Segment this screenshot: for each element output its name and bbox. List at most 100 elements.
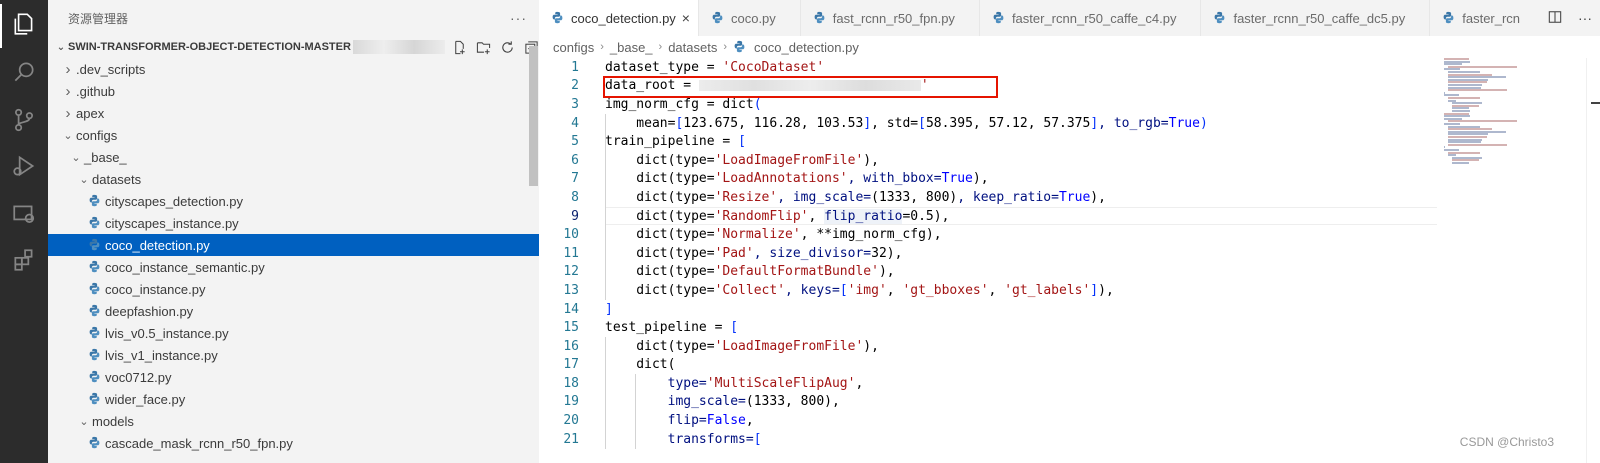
- breadcrumb-item[interactable]: configs: [553, 40, 594, 55]
- tree-item-label: deepfashion.py: [105, 303, 194, 319]
- editor-tab[interactable]: coco_detection.py ×: [539, 0, 699, 36]
- tree-item-label: cascade_mask_rcnn_r50_fpn.py: [105, 435, 293, 451]
- line-number: 6: [571, 152, 579, 168]
- code-token: False: [706, 413, 746, 429]
- more-actions-button[interactable]: ···: [510, 10, 527, 26]
- code-token: (1333, 800): [745, 394, 832, 410]
- line-number: 8: [571, 189, 579, 205]
- explorer-icon[interactable]: [10, 10, 38, 38]
- chevron-right-icon: ›: [65, 104, 71, 122]
- tree-file[interactable]: cityscapes_instance.py: [48, 212, 549, 234]
- editor-tab[interactable]: faster_rcnn_r50_caffe_c4.py: [980, 0, 1202, 36]
- more-actions-icon[interactable]: ···: [1578, 10, 1592, 26]
- editor-tab[interactable]: faster_rcn: [1430, 0, 1546, 36]
- tree-file[interactable]: cascade_mask_rcnn_r50_fpn.py: [48, 432, 549, 454]
- code-token: 'Pad': [714, 245, 754, 261]
- code-token: test_pipeline =: [605, 320, 731, 336]
- tree-folder[interactable]: › .github: [48, 80, 549, 102]
- code-token: mean=: [605, 115, 676, 131]
- code-text: test_pipeline = [: [579, 320, 738, 335]
- code-token: ]: [605, 301, 613, 317]
- tree-item-label: coco_instance.py: [105, 281, 206, 297]
- python-file-icon: [88, 326, 102, 340]
- tree-file[interactable]: coco_detection.py: [48, 234, 549, 256]
- sidebar-scrollbar[interactable]: [529, 46, 538, 186]
- line-number: 5: [571, 134, 579, 150]
- code-token: 'Collect': [714, 282, 786, 298]
- code-token: ]: [863, 115, 872, 131]
- line-number: 4: [571, 115, 579, 131]
- editor-tab[interactable]: coco.py: [699, 0, 801, 36]
- tree-file[interactable]: voc0712.py: [48, 366, 549, 388]
- code-token: 'gt_bboxes': [902, 282, 989, 298]
- code-token: 'CocoDataset': [722, 59, 825, 75]
- code-token: img_scale=: [605, 394, 746, 410]
- python-file-icon: [88, 194, 102, 208]
- tab-label: faster_rcnn_r50_caffe_dc5.py: [1233, 10, 1406, 26]
- tree-file[interactable]: deepfashion.py: [48, 300, 549, 322]
- tree-file[interactable]: coco_instance_semantic.py: [48, 256, 549, 278]
- breadcrumb-item[interactable]: datasets: [668, 40, 717, 55]
- tree-file[interactable]: coco_instance.py: [48, 278, 549, 300]
- project-name: SWIN-TRANSFORMER-OBJECT-DETECTION-MASTER: [68, 41, 351, 53]
- explorer-sidebar: 资源管理器 ··· ⌄ SWIN-TRANSFORMER-OBJECT-DETE…: [48, 0, 550, 463]
- code-text: dict(type='Resize', img_scale=(1333, 800…: [579, 190, 1106, 205]
- code-token: dataset_type =: [605, 59, 723, 75]
- code-line: 13 dict(type='Collect', keys=['img', 'gt…: [539, 281, 1439, 300]
- tree-folder[interactable]: ⌄ _base_: [48, 146, 549, 168]
- code-token: ),: [863, 338, 879, 354]
- tree-folder[interactable]: › .dev_scripts: [48, 58, 549, 80]
- tree-file[interactable]: lvis_v0.5_instance.py: [48, 322, 549, 344]
- code-text: img_scale=(1333, 800),: [579, 394, 840, 409]
- line-number: 10: [563, 227, 579, 243]
- code-token: 57.12: [988, 115, 1028, 131]
- close-icon[interactable]: ×: [682, 10, 690, 26]
- chevron-down-icon: ⌄: [79, 173, 89, 186]
- code-text: dict(type='Pad', size_divisor=32),: [579, 246, 902, 261]
- new-folder-icon[interactable]: [475, 39, 491, 55]
- chevron-right-icon: ›: [65, 60, 71, 78]
- editor-scrollbar[interactable]: [1586, 58, 1600, 463]
- chevron-down-icon: ⌄: [56, 41, 66, 53]
- editor-tab[interactable]: fast_rcnn_r50_fpn.py: [801, 0, 980, 36]
- tree-file[interactable]: wider_face.py: [48, 388, 549, 410]
- new-file-icon[interactable]: [451, 39, 467, 55]
- extensions-icon[interactable]: [10, 246, 38, 274]
- code-token: True: [1168, 115, 1200, 131]
- code-token: ,: [886, 282, 903, 298]
- code-token: ,: [831, 394, 840, 410]
- code-token: dict(type=: [605, 245, 715, 261]
- code-token: , keep_ratio=: [957, 189, 1059, 205]
- project-header[interactable]: ⌄ SWIN-TRANSFORMER-OBJECT-DETECTION-MAST…: [48, 36, 549, 58]
- tree-item-label: voc0712.py: [105, 369, 172, 385]
- tree-item-label: coco_instance_semantic.py: [105, 259, 265, 275]
- sidebar-title: 资源管理器: [68, 11, 129, 26]
- refresh-icon[interactable]: [499, 39, 515, 55]
- code-token: type=: [605, 375, 707, 391]
- breadcrumb-item[interactable]: coco_detection.py: [754, 40, 859, 55]
- code-text: dict(type='LoadImageFromFile'),: [579, 153, 879, 168]
- search-icon[interactable]: [10, 58, 38, 86]
- tree-folder[interactable]: ⌄ configs: [48, 124, 549, 146]
- code-token: , **img_norm_cfg),: [800, 227, 942, 243]
- line-number: 18: [563, 375, 579, 391]
- tree-folder[interactable]: › apex: [48, 102, 549, 124]
- source-control-icon[interactable]: [10, 106, 38, 134]
- tree-file[interactable]: lvis_v1_instance.py: [48, 344, 549, 366]
- split-editor-icon[interactable]: [1548, 10, 1562, 27]
- tree-folder[interactable]: ⌄ datasets: [48, 168, 549, 190]
- breadcrumb-item[interactable]: _base_: [610, 40, 653, 55]
- line-number: 20: [563, 413, 579, 429]
- tree-file[interactable]: cityscapes_detection.py: [48, 190, 549, 212]
- code-token: , size_divisor=: [753, 245, 872, 261]
- editor-tab[interactable]: faster_rcnn_r50_caffe_dc5.py: [1201, 0, 1431, 36]
- code-token: 'LoadImageFromFile': [714, 152, 864, 168]
- run-debug-icon[interactable]: [10, 152, 38, 180]
- tree-item-label: datasets: [92, 171, 142, 187]
- python-file-icon: [88, 348, 102, 362]
- code-editor[interactable]: 1 dataset_type = 'CocoDataset' 2 data_root …: [539, 58, 1439, 449]
- remote-explorer-icon[interactable]: [10, 200, 38, 228]
- minimap[interactable]: [1444, 58, 1544, 168]
- tree-item-label: models: [92, 413, 134, 429]
- tree-folder[interactable]: ⌄ models: [48, 410, 549, 432]
